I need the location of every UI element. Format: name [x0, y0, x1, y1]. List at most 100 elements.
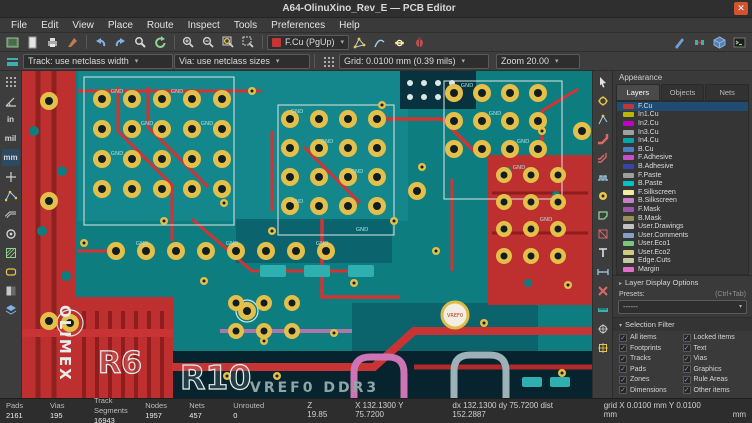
title-bar[interactable]: A64-OlinuXino_Rev_E — PCB Editor ✕: [0, 0, 752, 18]
filter-graphics[interactable]: ✓Graphics: [683, 365, 747, 373]
filter-all-items[interactable]: ✓All items: [619, 334, 683, 342]
redo-icon[interactable]: [111, 34, 130, 51]
tab-layers[interactable]: Layers: [616, 84, 660, 101]
layer-row-edge-cuts[interactable]: Edge.Cuts: [617, 257, 748, 266]
measure-tool-icon[interactable]: [594, 301, 612, 318]
add-zone-tool-icon[interactable]: [594, 206, 612, 223]
find-icon[interactable]: [131, 34, 150, 51]
layer-color-swatch[interactable]: [623, 155, 634, 160]
3d-viewer-icon[interactable]: [710, 34, 729, 51]
refresh-icon[interactable]: [151, 34, 170, 51]
layer-row-user-comments[interactable]: User.Comments: [617, 231, 748, 240]
menu-inspect[interactable]: Inspect: [181, 18, 227, 33]
layer-color-swatch[interactable]: [623, 267, 634, 272]
zone-display-mode-icon[interactable]: [2, 244, 20, 261]
layer-color-swatch[interactable]: [623, 173, 634, 178]
grid-settings-icon[interactable]: [319, 53, 338, 70]
footprint-editor-icon[interactable]: [690, 34, 709, 51]
print-icon[interactable]: [43, 34, 62, 51]
page-settings-icon[interactable]: [23, 34, 42, 51]
expand-icon[interactable]: [619, 278, 622, 287]
pad-display-mode-icon[interactable]: [2, 263, 20, 280]
curved-ratsnest-icon[interactable]: [370, 34, 389, 51]
active-layer-select[interactable]: F.Cu (PgUp): [267, 35, 349, 50]
layer-color-swatch[interactable]: [623, 190, 634, 195]
zoom-selection-icon[interactable]: [239, 34, 258, 51]
show-ratsnest-icon[interactable]: [350, 34, 369, 51]
menu-edit[interactable]: Edit: [34, 18, 65, 33]
dim-inactive-layers-icon[interactable]: [2, 282, 20, 299]
checkbox-checked[interactable]: ✓: [683, 355, 691, 363]
script-console-icon[interactable]: [730, 34, 749, 51]
pcb-drawing[interactable]: GNDGNDGNDGNDGNDGNDGNDGNDGNDGNDGNDGNDGNDG…: [22, 71, 592, 398]
filter-rule-areas[interactable]: ✓Rule Areas: [683, 376, 747, 384]
tab-nets[interactable]: Nets: [705, 84, 749, 101]
graphics-tool-icon[interactable]: [670, 34, 689, 51]
checkbox-checked[interactable]: ✓: [619, 386, 627, 394]
zoom-select[interactable]: Zoom 20.00: [496, 54, 580, 69]
layer-color-swatch[interactable]: [623, 181, 634, 186]
grid-select[interactable]: Grid: 0.0100 mm (0.39 mils): [339, 54, 489, 69]
layer-color-swatch[interactable]: [623, 250, 634, 255]
menu-preferences[interactable]: Preferences: [264, 18, 332, 33]
checkbox-checked[interactable]: ✓: [619, 376, 627, 384]
layer-row-f-adhesive[interactable]: F.Adhesive: [617, 154, 748, 163]
route-track-tool-icon[interactable]: [594, 130, 612, 147]
layer-row-f-mask[interactable]: F.Mask: [617, 205, 748, 214]
drc-icon[interactable]: [410, 34, 429, 51]
checkbox-checked[interactable]: ✓: [683, 334, 691, 342]
local-ratsnest-tool-icon[interactable]: [594, 111, 612, 128]
appearance-manager-icon[interactable]: [2, 301, 20, 318]
checkbox-checked[interactable]: ✓: [619, 334, 627, 342]
grid-origin-tool-icon[interactable]: [594, 339, 612, 356]
layer-row-in2-cu[interactable]: In2.Cu: [617, 119, 748, 128]
net-highlight-icon[interactable]: [390, 34, 409, 51]
layer-color-swatch[interactable]: [623, 147, 634, 152]
menu-file[interactable]: File: [4, 18, 34, 33]
add-dimension-tool-icon[interactable]: [594, 263, 612, 280]
filter-locked-items[interactable]: ✓Locked items: [683, 334, 747, 342]
units-mm-icon[interactable]: mm: [2, 149, 20, 166]
layer-color-swatch[interactable]: [623, 112, 634, 117]
checkbox-checked[interactable]: ✓: [619, 355, 627, 363]
checkbox-checked[interactable]: ✓: [683, 376, 691, 384]
presets-select[interactable]: ------: [618, 300, 747, 314]
add-keepout-tool-icon[interactable]: [594, 225, 612, 242]
layer-row-b-silkscreen[interactable]: B.Silkscreen: [617, 197, 748, 206]
menu-place[interactable]: Place: [101, 18, 140, 33]
layer-row-b-mask[interactable]: B.Mask: [617, 214, 748, 223]
menu-help[interactable]: Help: [332, 18, 367, 33]
layer-row-in3-cu[interactable]: In3.Cu: [617, 128, 748, 137]
layer-color-swatch[interactable]: [623, 216, 634, 221]
layer-color-swatch[interactable]: [623, 130, 634, 135]
layer-color-swatch[interactable]: [623, 258, 634, 263]
collapse-icon[interactable]: [619, 320, 622, 329]
layer-color-swatch[interactable]: [623, 233, 634, 238]
select-tool-icon[interactable]: [594, 73, 612, 90]
cursor-shape-icon[interactable]: [2, 168, 20, 185]
layer-row-in4-cu[interactable]: In4.Cu: [617, 136, 748, 145]
menu-view[interactable]: View: [65, 18, 101, 33]
layer-row-in1-cu[interactable]: In1.Cu: [617, 111, 748, 120]
checkbox-checked[interactable]: ✓: [683, 365, 691, 373]
layer-row-f-silkscreen[interactable]: F.Silkscreen: [617, 188, 748, 197]
layer-color-swatch[interactable]: [623, 198, 634, 203]
layer-row-user-eco1[interactable]: User.Eco1: [617, 240, 748, 249]
layer-row-f-cu[interactable]: F.Cu: [617, 102, 748, 111]
polar-coordinates-icon[interactable]: [2, 92, 20, 109]
via-size-select[interactable]: Via: use netclass sizes: [174, 54, 310, 69]
layer-color-swatch[interactable]: [623, 207, 634, 212]
filter-other-items[interactable]: ✓Other items: [683, 386, 747, 394]
layer-color-swatch[interactable]: [623, 104, 634, 109]
zoom-in-icon[interactable]: [179, 34, 198, 51]
track-width-select[interactable]: Track: use netclass width: [23, 54, 173, 69]
menu-route[interactable]: Route: [140, 18, 181, 33]
track-outline-mode-icon[interactable]: [2, 206, 20, 223]
tune-length-tool-icon[interactable]: [594, 168, 612, 185]
filter-text[interactable]: ✓Text: [683, 344, 747, 352]
ratsnest-visibility-icon[interactable]: [2, 187, 20, 204]
add-via-tool-icon[interactable]: [594, 187, 612, 204]
layer-row-user-eco2[interactable]: User.Eco2: [617, 248, 748, 257]
track-width-icon[interactable]: [3, 53, 22, 70]
layer-row-b-cu[interactable]: B.Cu: [617, 145, 748, 154]
